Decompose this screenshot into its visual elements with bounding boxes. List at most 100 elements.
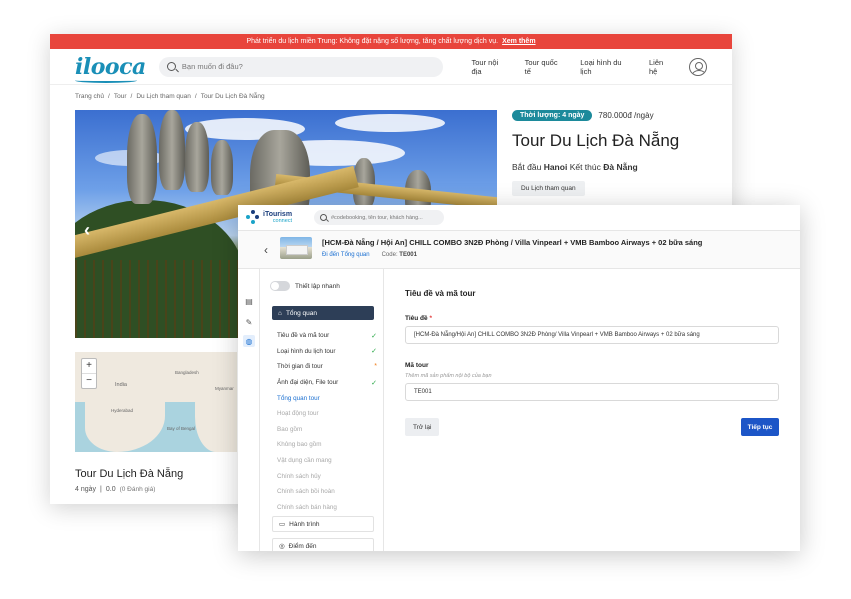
itourism-logo-sub: connect [272, 217, 293, 224]
section-destination-label: Điểm đến [288, 542, 317, 550]
zoom-in-button[interactable]: + [82, 359, 96, 373]
nav-item-tour-types[interactable]: Loại hình du lịch [580, 58, 634, 76]
tour-card-title: Tour Du Lịch Đà Nẵng [75, 468, 184, 480]
step-label: Loại hình du lịch tour [277, 347, 336, 355]
crumb-category[interactable]: Du Lịch tham quan [136, 93, 191, 100]
tour-thumbnail [280, 237, 312, 259]
tour-info-panel: Thời lượng: 4 ngày 780.000đ /ngày Tour D… [512, 110, 722, 196]
tour-map[interactable]: + − Bangladesh Myanmar India Bay of Beng… [75, 352, 237, 452]
code-label: Code: [381, 252, 398, 258]
form-panel: Tiêu đề và mã tour Tiêu đề * [HCM-Đà Nẵn… [384, 269, 800, 551]
map-label: Myanmar [215, 386, 234, 391]
map-zoom-control: + − [81, 358, 97, 389]
tour-days: 4 ngày [75, 486, 97, 493]
step-label: Không bao gồm [277, 441, 322, 449]
ilooca-logo[interactable]: ilooca [75, 54, 159, 83]
step-label: Ảnh đại diện, File tour [277, 379, 339, 387]
itourism-logo-mark [246, 209, 260, 226]
promo-bar: Phát triển du lịch miền Trung: Không đặt… [50, 34, 732, 49]
section-destination[interactable]: ◎ Điểm đến [272, 538, 374, 551]
check-icon: ✓ [371, 379, 377, 387]
itourism-topbar: iTourism connect #codebooking, tên tour,… [238, 205, 800, 231]
map-label: India [115, 382, 127, 388]
route-end-label: Kết thúc [569, 162, 601, 172]
step-label: Bao gồm [277, 425, 303, 433]
tour-card-meta: 4 ngày | 0.0 (0 Đánh giá) [75, 486, 155, 493]
crumb-tour[interactable]: Tour [114, 93, 127, 100]
tour-route: Bắt đầu Hanoi Kết thúc Đà Nẵng [512, 162, 722, 172]
setup-sidebar: Thiết lập nhanh ⌂ Tổng quan Tiêu đề và m… [260, 269, 384, 551]
meta-sep: | [100, 486, 102, 493]
itourism-logo[interactable]: iTourism connect [246, 209, 302, 226]
crumb-home[interactable]: Trang chủ [75, 93, 104, 100]
tour-builder-icon[interactable]: ◍ [243, 335, 255, 347]
nav-item-domestic[interactable]: Tour nội địa [471, 58, 509, 76]
itourism-window: iTourism connect #codebooking, tên tour,… [238, 205, 800, 551]
promo-link[interactable]: Xem thêm [502, 38, 535, 45]
crumb-sep: / [194, 93, 197, 100]
search-input[interactable]: Bạn muốn đi đâu? [158, 56, 444, 77]
section-itinerary[interactable]: ▭ Hành trình [272, 516, 374, 532]
overview-link[interactable]: Đi đến Tổng quan [322, 252, 370, 258]
tour-header: ‹ [HCM-Đà Nẵng / Hội An] CHILL COMBO 3N2… [238, 231, 800, 269]
tour-price: 780.000đ /ngày [598, 111, 654, 120]
crumb-sep: / [108, 93, 110, 100]
step-item[interactable]: Bao gồm [277, 422, 377, 438]
step-item[interactable]: Ảnh đại diện, File tour ✓ [277, 375, 377, 391]
promo-text: Phát triển du lịch miền Trung: Không đặt… [246, 38, 499, 45]
required-icon: * [374, 363, 377, 371]
logo-swoosh [75, 78, 137, 83]
zoom-out-button[interactable]: − [82, 373, 96, 388]
document-icon[interactable]: ▤ [243, 295, 255, 307]
title-field[interactable]: [HCM-Đà Nẵng/Hội An] CHILL COMBO 3N2Đ Ph… [405, 326, 779, 344]
tour-header-title: [HCM-Đà Nẵng / Hội An] CHILL COMBO 3N2Đ … [322, 238, 703, 247]
nav-item-international[interactable]: Tour quốc tế [525, 58, 566, 76]
code-field-hint: Thêm mã sản phẩm nội bộ của bạn [405, 373, 492, 379]
form-heading: Tiêu đề và mã tour [405, 289, 476, 298]
step-item[interactable]: Tiêu đề và mã tour ✓ [277, 328, 377, 344]
continue-button[interactable]: Tiếp tục [741, 418, 779, 436]
section-overview[interactable]: ⌂ Tổng quan [272, 306, 374, 320]
stone-finger [185, 122, 209, 192]
stone-finger [211, 140, 233, 195]
chevron-left-icon[interactable]: ‹ [84, 220, 90, 241]
code-field[interactable]: TE001 [405, 383, 779, 401]
briefcase-icon: ▭ [279, 521, 286, 528]
map-land [195, 382, 237, 452]
step-item-current[interactable]: Tổng quan tour [277, 390, 377, 406]
target-icon: ◎ [279, 543, 285, 550]
step-label: Vật dụng cần mang [277, 457, 332, 465]
icon-rail: ▤ ✎ ◍ [238, 269, 260, 551]
tour-code: TE001 [399, 252, 417, 258]
map-label: Bangladesh [175, 370, 199, 375]
code-field-label: Mã tour [405, 362, 429, 369]
route-start-label: Bắt đầu [512, 162, 542, 172]
map-land [85, 392, 165, 452]
edit-doc-icon[interactable]: ✎ [243, 316, 255, 328]
quick-setup: Thiết lập nhanh [270, 281, 340, 291]
title-field-label: Tiêu đề * [405, 315, 432, 322]
step-label: Hoạt động tour [277, 410, 319, 418]
step-item[interactable]: Vật dụng cần mang [277, 453, 377, 469]
step-label: Chính sách bồi hoàn [277, 488, 335, 496]
step-item[interactable]: Thời gian đi tour * [277, 359, 377, 375]
step-item[interactable]: Hoạt động tour [277, 406, 377, 422]
back-arrow-icon[interactable]: ‹ [264, 243, 268, 257]
step-item[interactable]: Chính sách hủy [277, 468, 377, 484]
user-avatar-icon[interactable] [689, 57, 707, 76]
back-button[interactable]: Trở lại [405, 418, 440, 436]
home-icon: ⌂ [278, 309, 282, 317]
step-item[interactable]: Loại hình du lịch tour ✓ [277, 344, 377, 360]
nav-item-contact[interactable]: Liên hệ [649, 58, 673, 76]
booking-search-input[interactable]: #codebooking, tên tour, khách hàng... [314, 210, 444, 225]
map-label: Hyderabad [111, 408, 134, 413]
step-item[interactable]: Không bao gồm [277, 437, 377, 453]
search-placeholder: Bạn muốn đi đâu? [181, 62, 243, 71]
step-label: Chính sách bán hàng [277, 503, 337, 511]
tour-title: Tour Du Lịch Đà Nẵng [512, 131, 680, 150]
step-label: Tổng quan tour [277, 394, 320, 402]
quick-setup-toggle[interactable] [270, 281, 290, 291]
step-item[interactable]: Chính sách bồi hoàn [277, 484, 377, 500]
step-item[interactable]: Chính sách bán hàng [277, 500, 377, 516]
category-chip[interactable]: Du Lịch tham quan [512, 181, 585, 196]
